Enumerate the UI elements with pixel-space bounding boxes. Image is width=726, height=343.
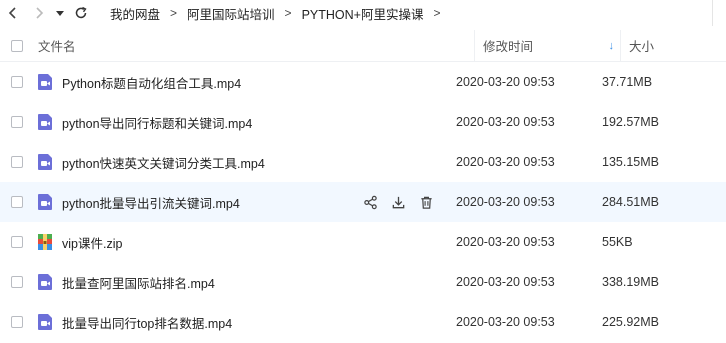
breadcrumb-separator: > xyxy=(170,6,178,20)
zip-file-icon xyxy=(36,233,54,251)
file-row[interactable]: python导出同行标题和关键词.mp4 2020-03-20 09:53 19… xyxy=(0,102,726,142)
breadcrumb-item-my-drive[interactable]: 我的网盘 xyxy=(106,4,164,23)
file-row[interactable]: python快速英文关键词分类工具.mp4 2020-03-20 09:53 1… xyxy=(0,142,726,182)
chevron-left-icon xyxy=(8,7,16,19)
file-row[interactable]: 批量导出同行top排名数据.mp4 2020-03-20 09:53 225.9… xyxy=(0,302,726,342)
breadcrumb: 我的网盘 > 阿里国际站培训 > PYTHON+阿里实操课 > xyxy=(106,4,446,23)
row-checkbox[interactable] xyxy=(11,156,23,168)
select-all-checkbox-cell xyxy=(0,39,34,52)
chevron-right-icon xyxy=(36,7,44,19)
file-name-cell: vip课件.zip xyxy=(34,233,448,252)
video-file-icon xyxy=(36,73,54,91)
breadcrumb-item-course[interactable]: PYTHON+阿里实操课 xyxy=(298,4,428,23)
row-checkbox[interactable] xyxy=(11,116,23,128)
search-box-edge[interactable] xyxy=(712,0,726,26)
file-name-cell: 批量查阿里国际站排名.mp4 xyxy=(34,273,448,292)
breadcrumb-separator: > xyxy=(433,6,441,20)
row-checkbox[interactable] xyxy=(11,196,23,208)
file-size: 37.71MB xyxy=(602,75,653,89)
download-icon xyxy=(392,196,404,208)
row-checkbox[interactable] xyxy=(11,236,23,248)
refresh-icon xyxy=(75,6,87,19)
file-size: 192.57MB xyxy=(602,115,659,129)
file-row[interactable]: vip课件.zip 2020-03-20 09:53 55KB xyxy=(0,222,726,262)
file-size: 338.19MB xyxy=(602,275,659,289)
file-modified-time: 2020-03-20 09:53 xyxy=(456,275,555,289)
caret-down-icon xyxy=(56,11,64,16)
back-button[interactable] xyxy=(0,0,26,26)
row-checkbox[interactable] xyxy=(11,276,23,288)
row-action-buttons xyxy=(362,194,434,210)
file-modified-time: 2020-03-20 09:53 xyxy=(456,155,555,169)
column-header-modified-time-label: 修改时间 xyxy=(483,40,534,54)
file-name-cell: Python标题自动化组合工具.mp4 xyxy=(34,73,448,92)
column-header-modified-time[interactable]: 修改时间 ↓ xyxy=(474,29,620,62)
column-header-name[interactable]: 文件名 xyxy=(34,36,474,55)
file-modified-time: 2020-03-20 09:53 xyxy=(456,115,555,129)
column-header-size[interactable]: 大小 xyxy=(620,29,726,62)
row-checkbox-cell xyxy=(0,276,34,288)
row-checkbox[interactable] xyxy=(11,316,23,328)
file-modified-time: 2020-03-20 09:53 xyxy=(456,75,555,89)
file-name-cell: python导出同行标题和关键词.mp4 xyxy=(34,113,448,132)
file-name-cell: python批量导出引流关键词.mp4 xyxy=(34,193,448,212)
file-name[interactable]: python批量导出引流关键词.mp4 xyxy=(62,193,240,212)
share-icon xyxy=(363,195,377,209)
row-checkbox-cell xyxy=(0,116,34,128)
row-checkbox-cell xyxy=(0,196,34,208)
video-file-icon xyxy=(36,153,54,171)
row-checkbox-cell xyxy=(0,236,34,248)
file-name[interactable]: 批量导出同行top排名数据.mp4 xyxy=(62,313,232,332)
row-checkbox-cell xyxy=(0,76,34,88)
video-file-icon xyxy=(36,273,54,291)
file-row[interactable]: 批量查阿里国际站排名.mp4 2020-03-20 09:53 338.19MB xyxy=(0,262,726,302)
forward-button[interactable] xyxy=(26,0,52,26)
download-button[interactable] xyxy=(390,194,406,210)
row-checkbox[interactable] xyxy=(11,76,23,88)
row-checkbox-cell xyxy=(0,156,34,168)
file-name[interactable]: 批量查阿里国际站排名.mp4 xyxy=(62,273,215,292)
file-name[interactable]: python快速英文关键词分类工具.mp4 xyxy=(62,153,265,172)
refresh-button[interactable] xyxy=(68,0,94,26)
file-name[interactable]: Python标题自动化组合工具.mp4 xyxy=(62,73,241,92)
video-file-icon xyxy=(36,193,54,211)
file-size: 225.92MB xyxy=(602,315,659,329)
file-size: 55KB xyxy=(602,235,633,249)
file-name[interactable]: vip课件.zip xyxy=(62,233,122,252)
select-all-checkbox[interactable] xyxy=(11,39,23,52)
file-name-cell: python快速英文关键词分类工具.mp4 xyxy=(34,153,448,172)
file-list: Python标题自动化组合工具.mp4 2020-03-20 09:53 37.… xyxy=(0,62,726,342)
file-name[interactable]: python导出同行标题和关键词.mp4 xyxy=(62,113,252,132)
file-size: 284.51MB xyxy=(602,195,659,209)
file-list-header: 文件名 修改时间 ↓ 大小 xyxy=(0,29,726,62)
file-row[interactable]: python批量导出引流关键词.mp4 2020-03-20 09:53 284… xyxy=(0,182,726,222)
trash-icon xyxy=(420,196,432,209)
history-dropdown-button[interactable] xyxy=(52,0,68,26)
row-checkbox-cell xyxy=(0,316,34,328)
file-name-cell: 批量导出同行top排名数据.mp4 xyxy=(34,313,448,332)
file-modified-time: 2020-03-20 09:53 xyxy=(456,195,555,209)
file-modified-time: 2020-03-20 09:53 xyxy=(456,235,555,249)
breadcrumb-item-training[interactable]: 阿里国际站培训 xyxy=(183,4,279,23)
video-file-icon xyxy=(36,313,54,331)
video-file-icon xyxy=(36,113,54,131)
breadcrumb-separator: > xyxy=(284,6,292,20)
file-size: 135.15MB xyxy=(602,155,659,169)
file-modified-time: 2020-03-20 09:53 xyxy=(456,315,555,329)
share-button[interactable] xyxy=(362,194,378,210)
file-row[interactable]: Python标题自动化组合工具.mp4 2020-03-20 09:53 37.… xyxy=(0,62,726,102)
sort-descending-icon: ↓ xyxy=(608,39,615,52)
delete-button[interactable] xyxy=(418,194,434,210)
navigation-bar: 我的网盘 > 阿里国际站培训 > PYTHON+阿里实操课 > xyxy=(0,0,726,26)
